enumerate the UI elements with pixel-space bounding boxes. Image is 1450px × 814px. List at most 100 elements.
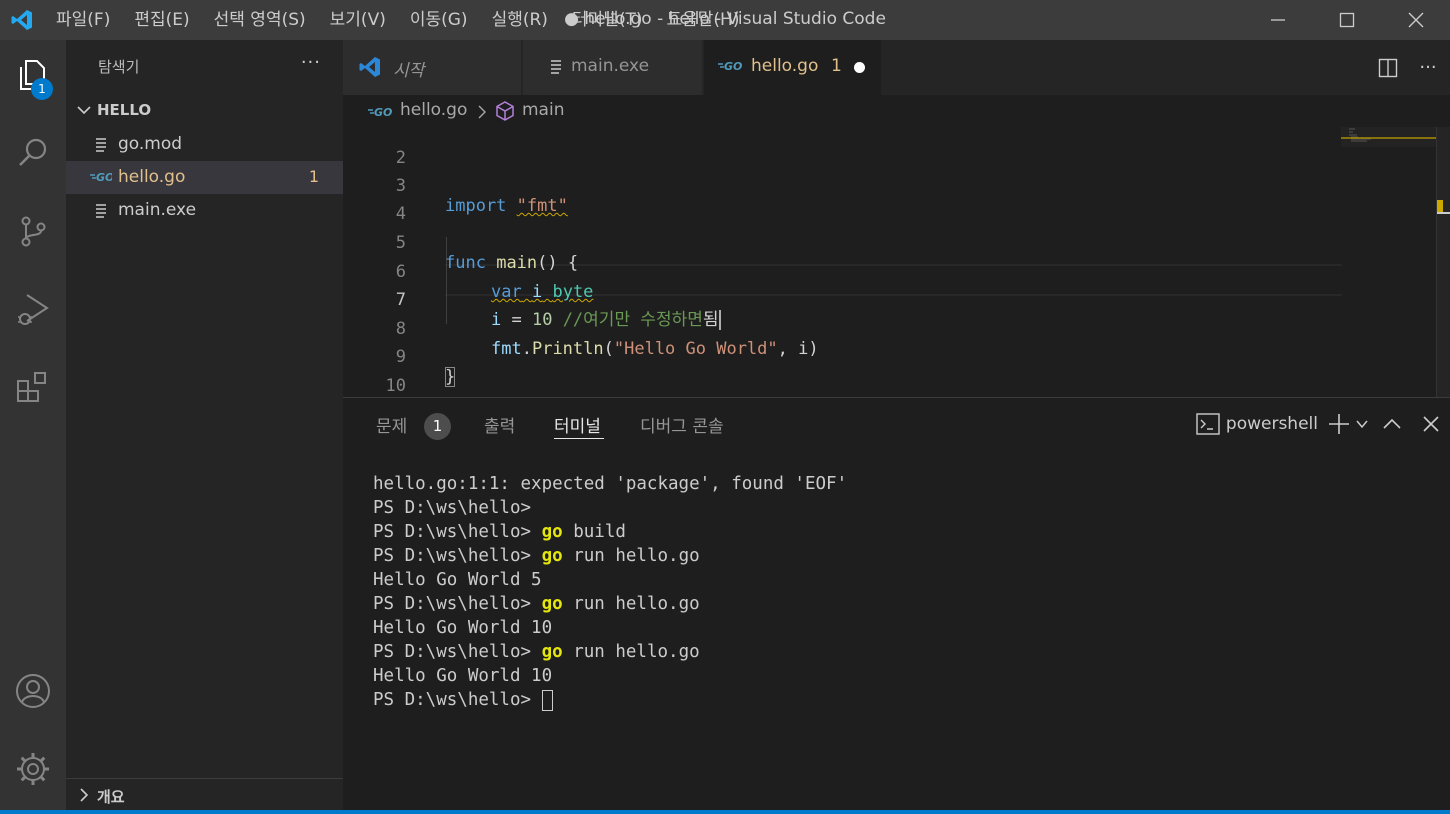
file-name: main.exe [118, 200, 197, 220]
code-line: 5 func main() { [343, 209, 1343, 273]
outline-title: 개요 [97, 788, 125, 806]
sidebar-header: 탐색기 ··· [66, 40, 343, 95]
terminal-line: Hello Go World 5 [373, 570, 542, 590]
menu-edit[interactable]: 편집(E) [122, 0, 201, 40]
breadcrumb: GO hello.go main [343, 95, 1450, 127]
editor-scrollbar[interactable] [1436, 127, 1450, 397]
vscode-logo-icon [0, 0, 44, 40]
outline-section[interactable]: 개요 [66, 778, 343, 814]
search-icon [19, 138, 47, 166]
unsaved-dot-icon[interactable] [854, 62, 865, 73]
go-icon: GO [90, 171, 112, 184]
lines-icon [551, 60, 561, 74]
close-panel-button[interactable] [1412, 408, 1450, 440]
extensions-icon [17, 372, 46, 402]
terminal-shell-selector[interactable]: powershell [1196, 408, 1326, 440]
status-bar [0, 810, 1450, 814]
file-item-go-mod[interactable]: go.mod [66, 128, 343, 161]
menu-selection[interactable]: 선택 영역(S) [202, 0, 318, 40]
tab-label: main.exe [571, 56, 650, 76]
run-debug-button[interactable] [0, 274, 66, 344]
activity-bar: 1 [0, 40, 66, 814]
terminal-line: PS D:\ws\hello> go run hello.go [373, 592, 847, 616]
svg-text:GO: GO [374, 106, 392, 119]
go-icon: GO [718, 60, 742, 73]
file-item-main-exe[interactable]: main.exe [66, 194, 343, 227]
code-line: 6 var i byte [343, 238, 1343, 302]
terminal-line: PS D:\ws\hello> go run hello.go [373, 640, 847, 664]
terminal-cursor [541, 689, 553, 711]
chevron-up-icon [1383, 418, 1401, 429]
chevron-right-icon [478, 105, 486, 119]
minimap[interactable] [1341, 127, 1437, 147]
file-item-hello-go[interactable]: GO hello.go 1 [66, 161, 343, 194]
split-editor-button[interactable] [1370, 50, 1406, 86]
breadcrumb-symbol[interactable]: main [522, 100, 564, 120]
terminal-output[interactable]: hello.go:1:1: expected 'package', found … [373, 472, 847, 712]
svg-text:GO: GO [96, 171, 112, 184]
active-tab-indicator [554, 438, 604, 439]
terminal-line: PS D:\ws\hello> [373, 496, 847, 520]
tab-hello-go[interactable]: GO hello.go 1 [704, 40, 882, 95]
prompt: PS D:\ws\hello> [373, 594, 532, 614]
terminal-dropdown-button[interactable] [1352, 408, 1372, 440]
source-control-button[interactable] [0, 196, 66, 266]
plus-icon [1329, 414, 1349, 434]
tab-terminal[interactable]: 터미널 [554, 412, 601, 437]
folder-name: HELLO [97, 101, 152, 119]
maximize-button[interactable] [1312, 0, 1381, 40]
prompt: PS D:\ws\hello> [373, 546, 532, 566]
menu-run[interactable]: 실행(R) [480, 0, 560, 40]
chevron-down-icon [77, 106, 91, 115]
manage-gear-icon [17, 753, 49, 785]
more-actions-button[interactable]: ··· [301, 52, 321, 73]
folder-hello[interactable]: HELLO [66, 98, 343, 126]
explorer-badge: 1 [31, 78, 53, 100]
code-editor[interactable]: 2 3 import "fmt" 4 5 func main() { 6 var… [343, 127, 1450, 397]
breadcrumb-file[interactable]: hello.go [400, 100, 467, 120]
close-icon [1408, 12, 1423, 28]
tab-main-exe[interactable]: main.exe [523, 40, 703, 95]
line-number: 10 [385, 376, 406, 396]
menu-view[interactable]: 보기(V) [318, 0, 398, 40]
terminal-line: PS D:\ws\hello> [373, 688, 847, 712]
maximize-panel-button[interactable] [1372, 408, 1412, 440]
minimize-button[interactable] [1243, 0, 1312, 40]
command-args: run hello.go [562, 642, 700, 662]
tab-output[interactable]: 출력 [484, 412, 515, 437]
explorer-button[interactable]: 1 [0, 40, 66, 110]
menu-bar: 파일(F) 편집(E) 선택 영역(S) 보기(V) 이동(G) 실행(R) 터… [44, 0, 751, 40]
close-window-button[interactable] [1381, 0, 1450, 40]
sidebar-title: 탐색기 [98, 58, 140, 76]
terminal-line: PS D:\ws\hello> go build [373, 520, 847, 544]
menu-help[interactable]: 도움말(H) [655, 0, 752, 40]
tab-label: hello.go [751, 56, 819, 76]
code-line: 4 [343, 180, 1343, 224]
more-actions-button[interactable]: ··· [1406, 50, 1450, 86]
extensions-button[interactable] [0, 352, 66, 422]
tab-label: 시작 [393, 61, 425, 81]
terminal-line: Hello Go World 10 [373, 666, 553, 686]
new-terminal-button[interactable] [1326, 408, 1352, 440]
vscode-logo-icon [359, 57, 380, 77]
prompt: PS D:\ws\hello> [373, 498, 532, 518]
manage-button[interactable] [0, 734, 66, 804]
prompt: PS D:\ws\hello> [373, 642, 532, 662]
tab-problems[interactable]: 문제 [376, 412, 407, 437]
search-button[interactable] [0, 118, 66, 188]
prompt: PS D:\ws\hello> [373, 522, 532, 542]
code-line: 8 fmt.Println("Hello Go World", i) [343, 295, 1343, 359]
tab-welcome[interactable]: 시작 [343, 40, 522, 95]
menu-file[interactable]: 파일(F) [44, 0, 122, 40]
tab-debug-console[interactable]: 디버그 콘솔 [640, 412, 724, 437]
code-line: 7 i = 10 //여기만 수정하면됨 [343, 266, 1343, 330]
problem-count: 1 [308, 167, 319, 186]
account-button[interactable] [0, 656, 66, 726]
command-args: build [562, 522, 626, 542]
menu-go[interactable]: 이동(G) [398, 0, 480, 40]
minimize-icon [1270, 19, 1285, 21]
account-icon [16, 674, 50, 708]
menu-terminal[interactable]: 터미널(T) [560, 0, 655, 40]
source-control-icon [21, 216, 46, 247]
